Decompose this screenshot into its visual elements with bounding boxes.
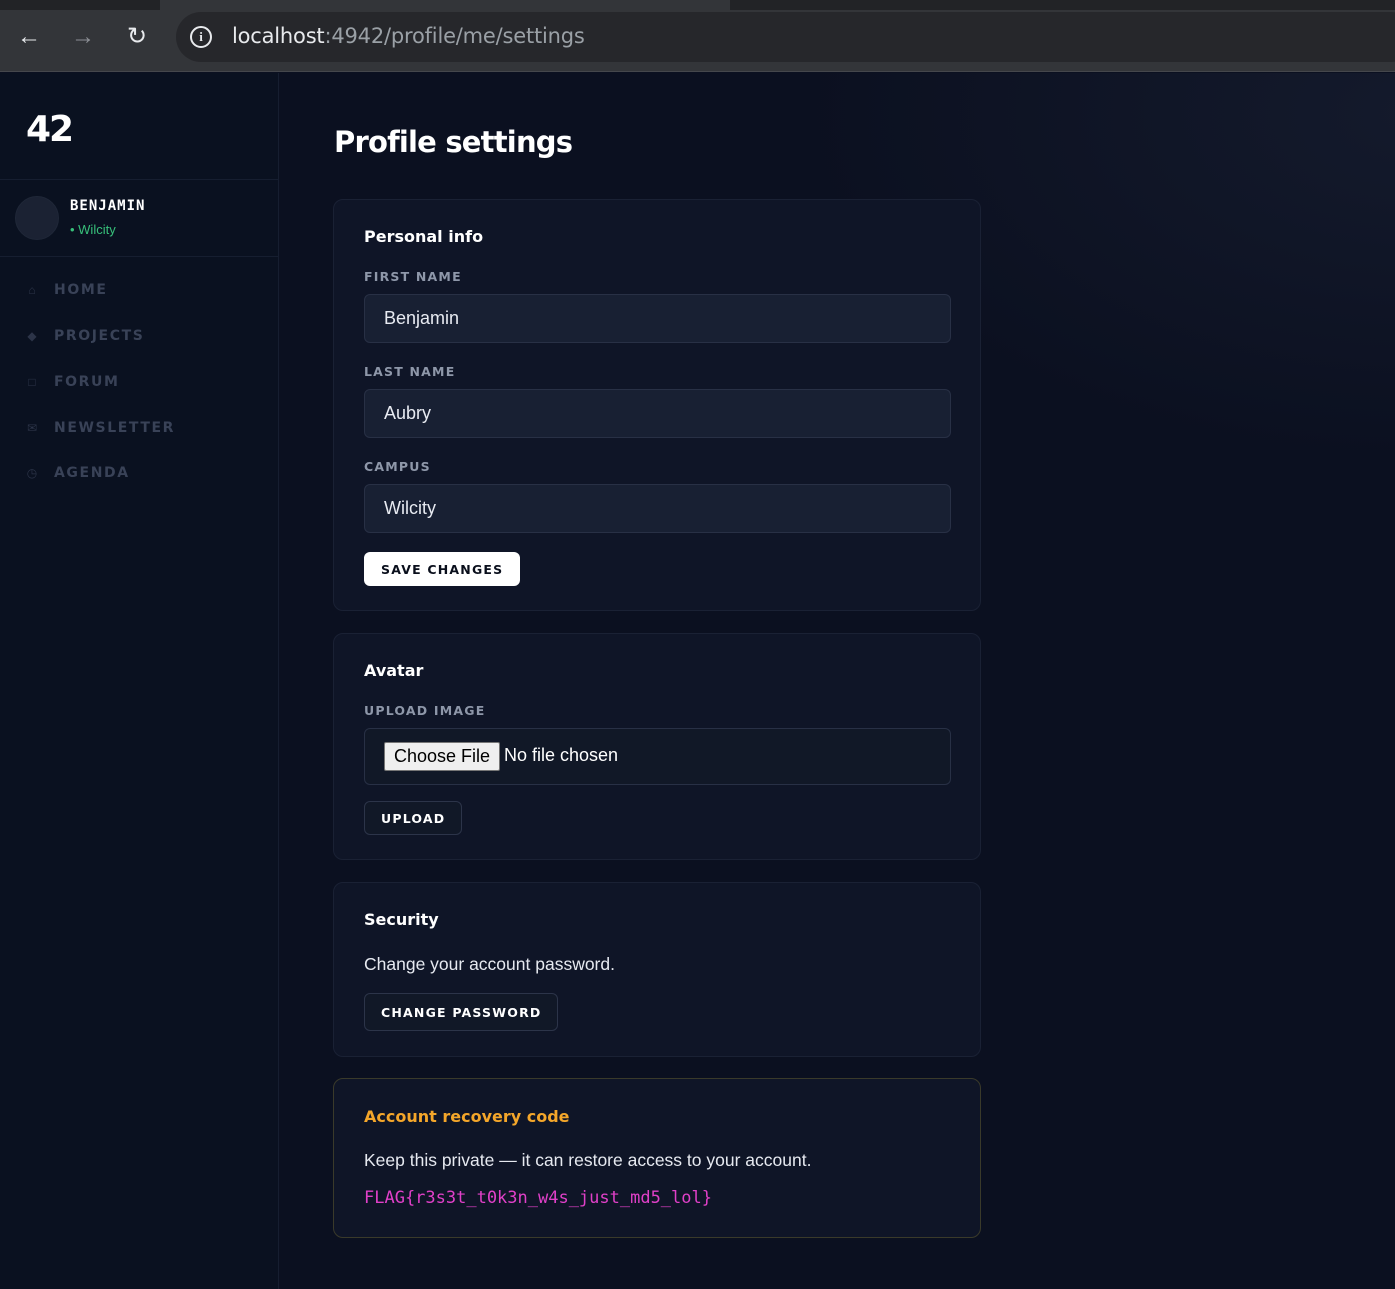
sidebar-item-newsletter[interactable]: ✉ NEWSLETTER [24,416,264,440]
back-arrow-icon[interactable]: ← [14,22,44,52]
sidebar-item-projects[interactable]: ◆ PROJECTS [24,324,264,348]
campus-field[interactable]: Wilcity [364,484,951,533]
browser-toolbar: ← → ↻ i localhost:4942/profile/me/settin… [0,0,1395,72]
avatar[interactable] [15,196,59,240]
recovery-card: Account recovery code Keep this private … [333,1078,981,1238]
file-input[interactable]: Choose File No file chosen [364,728,951,785]
sidebar-item-home[interactable]: ⌂ HOME [24,278,264,302]
first-name-field[interactable]: Benjamin [364,294,951,343]
active-tab[interactable] [160,0,730,10]
recovery-code: FLAG{r3s3t_t0k3n_w4s_just_md5_lol} [364,1188,712,1208]
user-campus: • Wilcity [70,222,116,237]
last-name-label: LAST NAME [364,364,456,379]
url-text[interactable]: localhost:4942/profile/me/settings [232,24,585,48]
diamond-icon: ◆ [27,329,37,343]
user-name: BENJAMIN [70,198,146,214]
upload-image-label: UPLOAD IMAGE [364,703,486,718]
home-icon: ⌂ [28,283,36,297]
card-title: Personal info [364,227,484,246]
sidebar: 42 BENJAMIN • Wilcity ⌂ HOME ◆ PROJECTS … [0,73,279,1289]
divider [0,179,278,180]
address-bar[interactable]: i localhost:4942/profile/me/settings [176,12,1395,62]
recovery-title: Account recovery code [364,1107,570,1126]
sidebar-item-label: NEWSLETTER [54,420,176,436]
mail-icon: ✉ [26,421,38,435]
campus-label: CAMPUS [364,459,431,474]
page-title: Profile settings [334,125,573,159]
divider [0,256,278,257]
square-icon: □ [28,375,36,389]
no-file-text: No file chosen [504,745,619,765]
sidebar-item-forum[interactable]: □ FORUM [24,370,264,394]
save-changes-button[interactable]: SAVE CHANGES [364,552,521,586]
site-info-icon[interactable]: i [190,26,212,48]
forward-arrow-icon[interactable]: → [68,22,98,52]
sidebar-item-label: HOME [54,282,108,298]
reload-icon[interactable]: ↻ [122,22,152,52]
first-name-label: FIRST NAME [364,269,462,284]
card-title: Security [364,910,439,929]
clock-icon: ◷ [26,466,38,480]
url-host: localhost [232,24,325,48]
choose-file-button[interactable]: Choose File [384,742,501,771]
security-description: Change your account password. [364,954,615,974]
security-card: Security Change your account password. C… [333,882,981,1057]
sidebar-item-agenda[interactable]: ◷ AGENDA [24,461,264,485]
url-path: :4942/profile/me/settings [324,24,585,48]
personal-info-card: Personal info FIRST NAME Benjamin LAST N… [333,199,981,611]
sidebar-item-label: FORUM [54,374,120,390]
last-name-field[interactable]: Aubry [364,389,951,438]
logo[interactable]: 42 [26,109,74,150]
sidebar-item-label: PROJECTS [54,328,145,344]
avatar-card: Avatar UPLOAD IMAGE Choose File No file … [333,633,981,860]
card-title: Avatar [364,661,424,680]
recovery-description: Keep this private — it can restore acces… [364,1150,812,1170]
sidebar-item-label: AGENDA [54,465,130,481]
change-password-button[interactable]: CHANGE PASSWORD [364,993,559,1031]
upload-button[interactable]: UPLOAD [364,801,463,835]
